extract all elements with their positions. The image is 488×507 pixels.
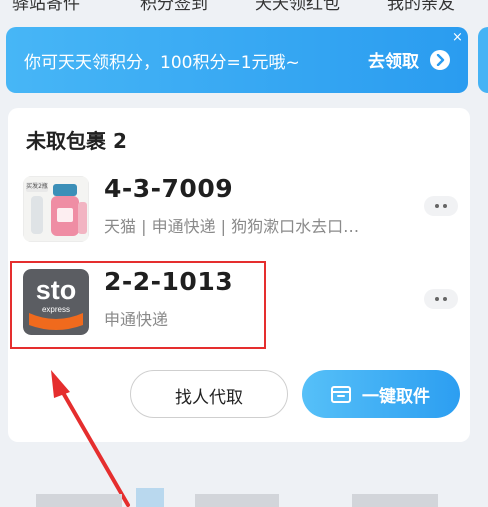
blurred-content <box>352 494 438 507</box>
blurred-content <box>195 494 279 507</box>
annotation-arrow <box>51 370 130 507</box>
blurred-content <box>36 494 122 507</box>
blurred-content <box>136 488 164 507</box>
